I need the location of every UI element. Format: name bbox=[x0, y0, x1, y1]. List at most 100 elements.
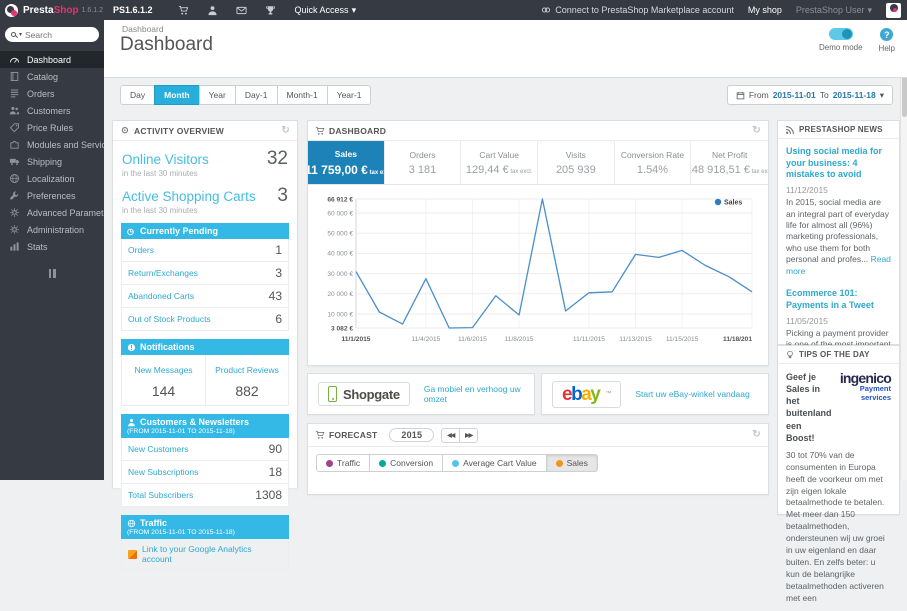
forecast-toggle-traffic[interactable]: Traffic bbox=[316, 454, 371, 472]
sidebar-item-customers[interactable]: Customers bbox=[0, 102, 104, 119]
range-button-month[interactable]: Month bbox=[154, 85, 200, 105]
range-button-day[interactable]: Day bbox=[120, 85, 156, 105]
news-article-title[interactable]: Ecommerce 101: Payments in a Tweet bbox=[786, 288, 891, 311]
notification-cell-link[interactable]: New Messages bbox=[134, 365, 192, 375]
ebay-promo-link[interactable]: Start uw eBay-winkel vandaag bbox=[635, 389, 749, 399]
envelope-icon[interactable] bbox=[235, 5, 247, 16]
ebay-logo[interactable]: ebay ™ bbox=[552, 380, 622, 408]
breadcrumb: Dashboard bbox=[122, 24, 164, 34]
forecast-toggle-average-cart-value[interactable]: Average Cart Value bbox=[442, 454, 547, 472]
activity-row-link[interactable]: New Subscriptions bbox=[128, 467, 198, 477]
sidebar-item-administration[interactable]: Administration bbox=[0, 221, 104, 238]
marketplace-link[interactable]: Connect to PrestaShop Marketplace accoun… bbox=[541, 5, 734, 15]
globe-icon bbox=[127, 519, 136, 528]
activity-row-link[interactable]: Return/Exchanges bbox=[128, 268, 198, 278]
scrollbar[interactable] bbox=[900, 20, 907, 480]
sidebar-item-localization[interactable]: Localization bbox=[0, 170, 104, 187]
activity-stat-value: 32 bbox=[266, 148, 288, 169]
kpi-cart-value[interactable]: Cart Value 129,44 € tax excl. bbox=[461, 141, 538, 184]
caret-down-icon: ▾ bbox=[879, 89, 884, 100]
brand-presta: Presta bbox=[23, 4, 54, 16]
kpi-orders[interactable]: Orders 3 181 bbox=[385, 141, 462, 184]
activity-row-out-of-stock-products: Out of Stock Products 6 bbox=[121, 308, 289, 331]
kpi-net-profit[interactable]: Net Profit 148 918,51 € tax excl. bbox=[691, 141, 768, 184]
dashboard-icon bbox=[9, 54, 20, 65]
activity-row-return-exchanges: Return/Exchanges 3 bbox=[121, 262, 289, 285]
notification-cell-link[interactable]: Product Reviews bbox=[215, 365, 279, 375]
kpi-label: Net Profit bbox=[711, 149, 748, 160]
range-button-year[interactable]: Year bbox=[198, 85, 236, 105]
toggle-dot bbox=[379, 459, 387, 467]
sidebar-item-dashboard[interactable]: Dashboard bbox=[0, 51, 104, 68]
activity-row-link[interactable]: Out of Stock Products bbox=[128, 314, 211, 324]
search-icon bbox=[11, 32, 16, 37]
sidebar-item-preferences[interactable]: Preferences bbox=[0, 187, 104, 204]
search-box[interactable]: ▾ bbox=[5, 27, 99, 42]
cart-icon[interactable] bbox=[178, 5, 189, 16]
activity-stat-link[interactable]: Active Shopping Carts bbox=[122, 189, 256, 204]
forecast-panel: FORECAST 2015 ◀◀ ▶▶ ↻ Traffic Conversion A… bbox=[307, 423, 769, 495]
avatar[interactable] bbox=[886, 2, 901, 18]
sidebar-item-label: Preferences bbox=[27, 190, 76, 201]
demo-mode-toggle[interactable] bbox=[828, 28, 853, 40]
refresh-icon[interactable]: ↻ bbox=[281, 125, 290, 136]
sidebar-item-label: Dashboard bbox=[27, 54, 72, 65]
person-icon bbox=[127, 418, 136, 427]
sidebar-item-price-rules[interactable]: Price Rules bbox=[0, 119, 104, 136]
search-caret-icon[interactable]: ▾ bbox=[19, 31, 22, 38]
kpi-conversion-rate[interactable]: Conversion Rate 1.54% bbox=[615, 141, 692, 184]
date-range-picker[interactable]: From 2015-11-01 To 2015-11-18 ▾ bbox=[726, 85, 893, 105]
person-icon[interactable] bbox=[207, 5, 218, 16]
read-more-link[interactable]: Read more bbox=[786, 254, 891, 275]
forecast-panel-header: FORECAST 2015 ◀◀ ▶▶ ↻ bbox=[308, 424, 768, 448]
forecast-nav: ◀◀ ▶▶ bbox=[441, 427, 479, 443]
previous-year-button[interactable]: ◀◀ bbox=[441, 427, 461, 443]
sidebar-item-label: Customers bbox=[27, 105, 71, 116]
trophy-icon[interactable] bbox=[265, 5, 276, 16]
kpi-value: 411 759,00 € tax excl. bbox=[308, 163, 384, 177]
news-article-title[interactable]: Using social media for your business: 4 … bbox=[786, 146, 891, 181]
sidebar-item-shipping[interactable]: Shipping bbox=[0, 153, 104, 170]
search-input[interactable] bbox=[25, 29, 82, 40]
sidebar-item-modules-and-services[interactable]: Modules and Services bbox=[0, 136, 104, 153]
toggle-label: Traffic bbox=[337, 458, 361, 468]
activity-row-link[interactable]: Orders bbox=[128, 245, 154, 255]
news-article-date: 11/05/2015 bbox=[786, 315, 828, 326]
refresh-icon[interactable]: ↻ bbox=[752, 125, 761, 136]
kpi-row: Sales 411 759,00 € tax excl. Orders 3 181 Ca… bbox=[308, 141, 768, 185]
google-analytics-link[interactable]: Link to your Google Analytics account bbox=[142, 544, 282, 564]
user-menu[interactable]: PrestaShop User ▾ bbox=[796, 5, 872, 16]
my-shop-link[interactable]: My shop bbox=[748, 5, 782, 15]
sidebar-item-orders[interactable]: Orders bbox=[0, 85, 104, 102]
range-button-day-1[interactable]: Day-1 bbox=[234, 85, 278, 105]
ebay-letter: y bbox=[590, 383, 601, 405]
sidebar-item-stats[interactable]: Stats bbox=[0, 238, 104, 255]
demo-mode-label: Demo mode bbox=[818, 43, 863, 52]
range-button-year-1[interactable]: Year-1 bbox=[326, 85, 372, 105]
activity-row-link[interactable]: Abandoned Carts bbox=[128, 291, 194, 301]
activity-stat-link[interactable]: Online Visitors bbox=[122, 152, 209, 167]
activity-icon: ⊙ bbox=[121, 125, 129, 135]
help-button[interactable]: ? bbox=[880, 28, 894, 41]
quick-access-menu[interactable]: Quick Access ▾ bbox=[295, 5, 357, 16]
dashboard-panel-header: DASHBOARD ↻ bbox=[308, 121, 768, 144]
activity-row-link[interactable]: New Customers bbox=[128, 444, 188, 454]
forecast-toggle-conversion[interactable]: Conversion bbox=[369, 454, 444, 472]
forecast-toggle-sales[interactable]: Sales bbox=[545, 454, 598, 472]
next-year-button[interactable]: ▶▶ bbox=[459, 427, 479, 443]
shopgate-logo[interactable]: Shopgate bbox=[318, 382, 410, 406]
activity-row-link[interactable]: Total Subscribers bbox=[128, 490, 193, 500]
sidebar-item-catalog[interactable]: Catalog bbox=[0, 68, 104, 85]
sidebar-collapse-button[interactable] bbox=[45, 269, 59, 278]
header-tools: Demo mode ? Help bbox=[819, 28, 895, 53]
ebay-letter: b bbox=[571, 383, 583, 405]
svg-text:66 912 €: 66 912 € bbox=[327, 196, 353, 203]
sidebar-item-advanced-parameters[interactable]: Advanced Parameters bbox=[0, 204, 104, 221]
kpi-visits[interactable]: Visits 205 939 bbox=[538, 141, 615, 184]
refresh-icon[interactable]: ↻ bbox=[752, 430, 761, 440]
kpi-sales[interactable]: Sales 411 759,00 € tax excl. bbox=[308, 141, 385, 184]
range-button-month-1[interactable]: Month-1 bbox=[276, 85, 328, 105]
shopgate-promo-link[interactable]: Ga mobiel en verhoog uw omzet bbox=[424, 384, 524, 404]
forecast-toggles: Traffic Conversion Average Cart Value Sales bbox=[308, 447, 768, 479]
ingenico-logo[interactable]: ingenico Payment services bbox=[835, 371, 892, 444]
